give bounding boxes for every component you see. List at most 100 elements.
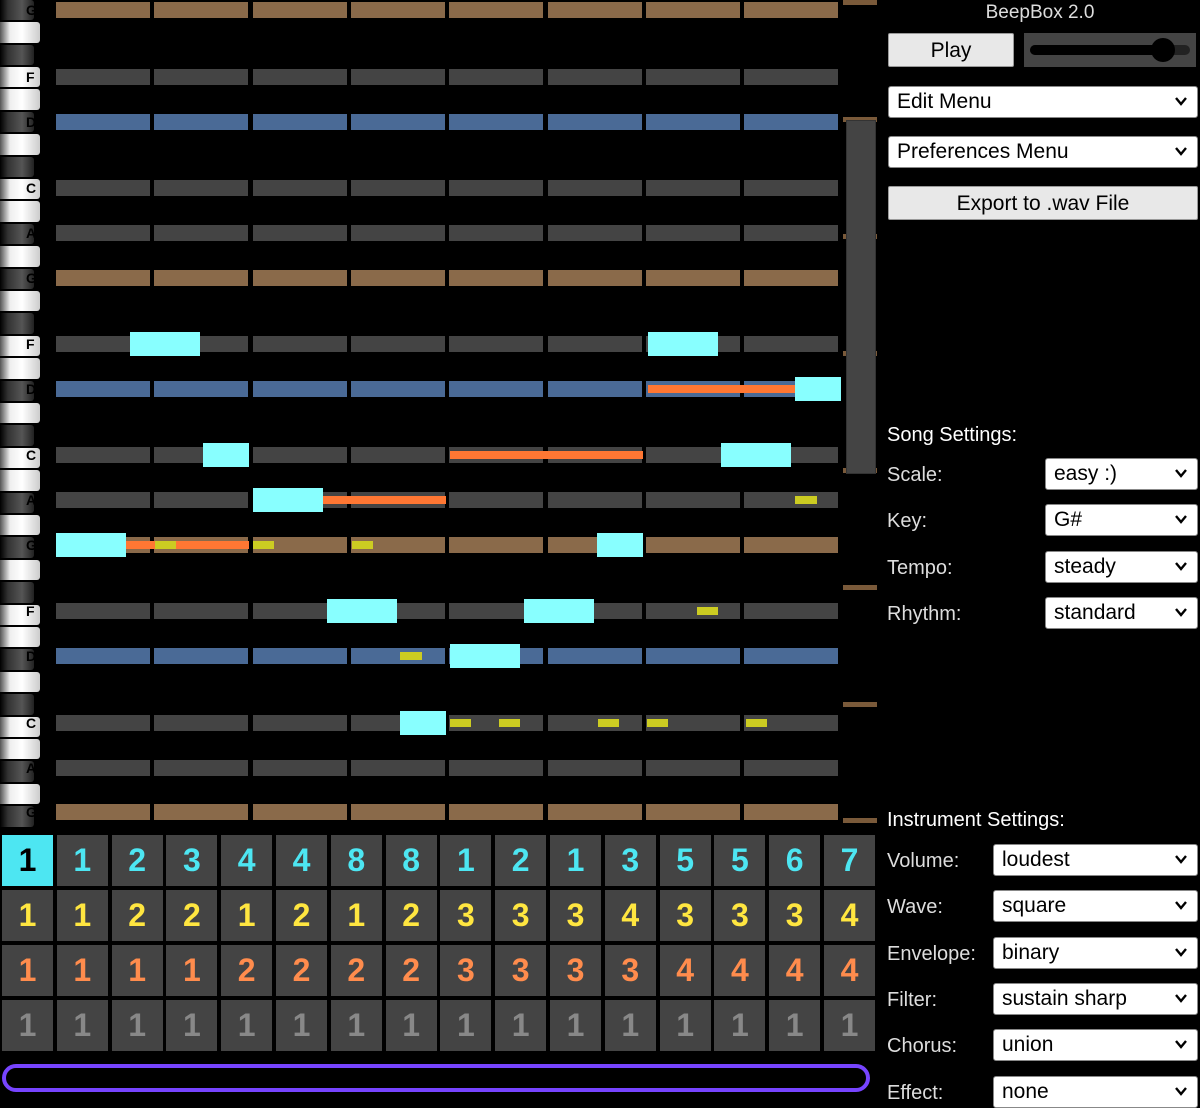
piano-key-white[interactable] xyxy=(0,515,40,536)
track-cell[interactable]: 2 xyxy=(111,835,163,886)
note-block[interactable] xyxy=(597,533,643,557)
track-cell[interactable]: 4 xyxy=(604,890,656,941)
track-cell[interactable]: 3 xyxy=(604,945,656,996)
setting-select[interactable]: square xyxy=(993,890,1198,923)
note-block[interactable] xyxy=(400,711,446,735)
note-block[interactable] xyxy=(130,332,200,356)
track-cell[interactable]: 1 xyxy=(385,1000,437,1051)
piano-key-black[interactable] xyxy=(0,582,34,603)
track-cell[interactable]: 1 xyxy=(330,890,382,941)
track-cell[interactable]: 1 xyxy=(2,835,53,886)
playback-progress-bar[interactable] xyxy=(2,1064,870,1092)
note-block[interactable] xyxy=(648,332,718,356)
track-cell[interactable]: 1 xyxy=(56,945,108,996)
track-cell[interactable]: 3 xyxy=(440,890,492,941)
track-cell[interactable]: 1 xyxy=(166,1000,218,1051)
track-cell[interactable]: 2 xyxy=(385,945,437,996)
piano-key-white[interactable] xyxy=(0,739,40,760)
track-cell[interactable]: 1 xyxy=(330,1000,382,1051)
track-cell[interactable]: 4 xyxy=(714,945,766,996)
track-cell[interactable]: 1 xyxy=(659,1000,711,1051)
track-cell[interactable]: 1 xyxy=(166,945,218,996)
setting-select[interactable]: union xyxy=(993,1029,1198,1062)
track-cell[interactable]: 1 xyxy=(276,1000,327,1051)
track-cell[interactable]: 1 xyxy=(56,890,108,941)
piano-key-white[interactable] xyxy=(0,783,40,805)
track-cell[interactable]: 8 xyxy=(330,835,382,886)
piano-key-black[interactable] xyxy=(0,694,34,715)
track-cell[interactable]: 2 xyxy=(111,890,163,941)
track-cell[interactable]: 3 xyxy=(440,945,492,996)
piano-key-white[interactable] xyxy=(0,358,40,379)
piano-key-white[interactable] xyxy=(0,89,40,110)
piano-key-white[interactable] xyxy=(0,246,40,267)
track-cell[interactable]: 1 xyxy=(111,945,163,996)
track-cell[interactable]: 4 xyxy=(659,945,711,996)
volume-knob[interactable] xyxy=(1150,38,1175,62)
track-cell[interactable]: 3 xyxy=(714,890,766,941)
piano-key-white[interactable] xyxy=(0,559,40,581)
export-wav-button[interactable]: Export to .wav File xyxy=(888,186,1198,220)
piano-key-black[interactable] xyxy=(0,44,34,65)
track-cell[interactable]: 1 xyxy=(2,945,53,996)
piano-key-white[interactable] xyxy=(0,627,40,648)
track-cell[interactable]: 1 xyxy=(56,1000,108,1051)
setting-select[interactable]: loudest xyxy=(993,844,1198,876)
track-cell[interactable]: 2 xyxy=(221,945,273,996)
piano-key-black[interactable] xyxy=(0,156,34,177)
track-cell[interactable]: 1 xyxy=(714,1000,766,1051)
track-cell[interactable]: 2 xyxy=(276,890,327,941)
piano-key-black[interactable] xyxy=(0,313,34,334)
pattern-editor[interactable]: G# F D# C A# G# F D# C A# G# F D# C A# G# xyxy=(0,0,845,830)
track-cell[interactable]: 5 xyxy=(714,835,766,886)
track-cell[interactable]: 1 xyxy=(550,1000,601,1051)
track-cell[interactable]: 1 xyxy=(221,1000,273,1051)
track-cell[interactable]: 2 xyxy=(276,945,327,996)
track-cell[interactable]: 1 xyxy=(440,835,492,886)
note-block[interactable] xyxy=(56,533,126,557)
track-cell[interactable]: 2 xyxy=(385,890,437,941)
track-cell[interactable]: 1 xyxy=(2,1000,53,1051)
setting-select[interactable]: easy :) xyxy=(1045,458,1198,490)
track-cell[interactable]: 4 xyxy=(769,945,821,996)
track-cell[interactable]: 6 xyxy=(769,835,821,886)
track-cell[interactable]: 3 xyxy=(495,890,547,941)
track-cell[interactable]: 2 xyxy=(495,835,547,886)
note-block[interactable] xyxy=(524,599,594,623)
track-cell[interactable]: 2 xyxy=(166,890,218,941)
piano-key-white[interactable] xyxy=(0,22,40,43)
setting-select[interactable]: none xyxy=(993,1075,1198,1108)
track-cell[interactable]: 4 xyxy=(276,835,327,886)
track-cell[interactable]: 3 xyxy=(604,835,656,886)
track-editor[interactable]: 1123448812135567112212123334333411112222… xyxy=(0,835,880,1055)
setting-select[interactable]: sustain sharp xyxy=(993,982,1198,1015)
track-cell[interactable]: 5 xyxy=(659,835,711,886)
note-block[interactable] xyxy=(253,488,323,512)
track-cell[interactable]: 1 xyxy=(56,835,108,886)
piano-key-white[interactable] xyxy=(0,403,40,424)
track-cell[interactable]: 1 xyxy=(824,1000,875,1051)
track-cell[interactable]: 1 xyxy=(2,890,53,941)
edit-menu-select[interactable]: Edit Menu xyxy=(888,86,1198,118)
volume-slider[interactable] xyxy=(1024,33,1196,67)
track-cell[interactable]: 1 xyxy=(604,1000,656,1051)
play-button[interactable]: Play xyxy=(888,33,1014,67)
note-block[interactable] xyxy=(327,599,397,623)
setting-select[interactable]: G# xyxy=(1045,504,1198,537)
preferences-menu-select[interactable]: Preferences Menu xyxy=(888,136,1198,168)
note-block[interactable] xyxy=(450,644,520,668)
track-cell[interactable]: 1 xyxy=(550,835,601,886)
piano-key-white[interactable] xyxy=(0,470,40,491)
track-cell[interactable]: 3 xyxy=(769,890,821,941)
track-cell[interactable]: 1 xyxy=(221,890,273,941)
track-cell[interactable]: 3 xyxy=(550,945,601,996)
octave-scroll-thumb[interactable] xyxy=(846,120,876,474)
track-cell[interactable]: 8 xyxy=(385,835,437,886)
note-block[interactable] xyxy=(795,377,841,401)
track-cell[interactable]: 1 xyxy=(440,1000,492,1051)
piano-key-white[interactable] xyxy=(0,201,40,222)
track-cell[interactable]: 3 xyxy=(495,945,547,996)
track-cell[interactable]: 1 xyxy=(769,1000,821,1051)
track-cell[interactable]: 3 xyxy=(166,835,218,886)
note-block[interactable] xyxy=(721,443,791,467)
